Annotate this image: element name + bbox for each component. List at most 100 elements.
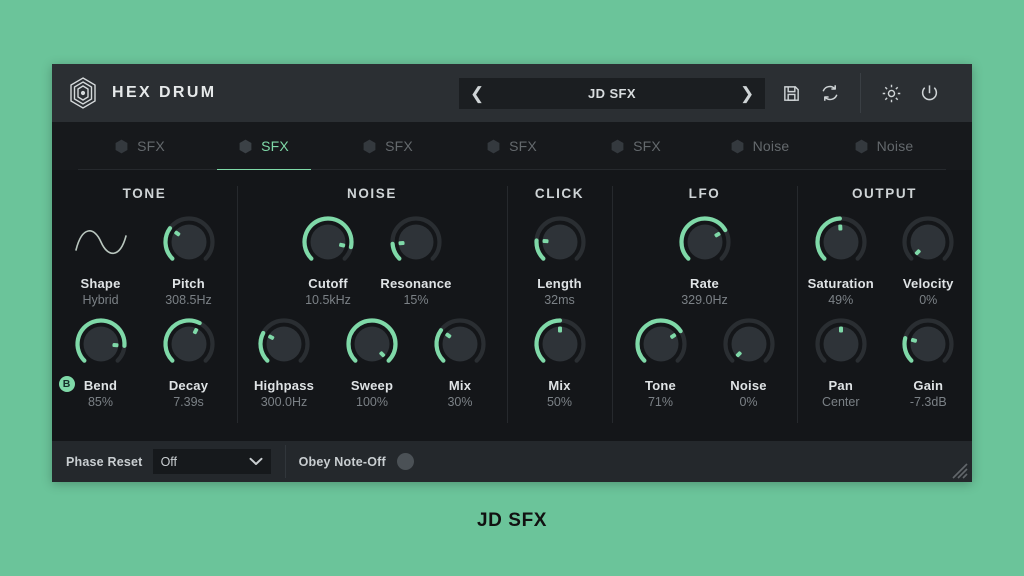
knob-row: Saturation 49% Velocity 0% [797, 213, 972, 307]
param-pitch: Pitch 308.5Hz [145, 213, 233, 307]
section-title: CLICK [534, 186, 585, 201]
section-title: TONE [122, 186, 167, 201]
knob-mix[interactable] [431, 315, 489, 373]
gear-icon[interactable] [878, 80, 904, 106]
param-sweep: Sweep 100% [328, 315, 416, 409]
tab-label: SFX [137, 138, 165, 154]
tab-3-sfx[interactable]: SFX [450, 122, 574, 170]
section-title: LFO [688, 186, 721, 201]
tab-label: Noise [876, 138, 914, 154]
screenshot-root: HEX DRUM ❮ JD SFX ❯ SFX SFX SFX SFX SFX … [0, 0, 1024, 576]
param-value: 0% [739, 395, 758, 409]
chevron-left-icon[interactable]: ❮ [470, 85, 484, 102]
obey-note-off-toggle[interactable] [396, 453, 414, 470]
param-label: Rate [690, 276, 719, 291]
param-pan: Pan Center [797, 315, 885, 409]
knob-row: Tone 71% Noise 0% [612, 315, 797, 409]
param-bend: B Bend 85% [57, 315, 145, 409]
hexagon-dot-icon [363, 139, 376, 154]
param-label: Gain [913, 378, 944, 393]
brand: HEX DRUM [52, 76, 217, 110]
tab-1-sfx[interactable]: SFX [202, 122, 326, 171]
param-label: Velocity [902, 276, 954, 291]
phase-reset-value: Off [160, 454, 178, 469]
param-highpass: Highpass 300.0Hz [240, 315, 328, 409]
knob-rate[interactable] [676, 213, 734, 271]
hexagon-dot-icon [115, 139, 128, 154]
knob-resonance[interactable] [387, 213, 445, 271]
hexagon-dot-icon [239, 139, 252, 154]
sine-wave-icon[interactable] [72, 213, 130, 271]
param-noise: Noise 0% [705, 315, 793, 409]
knob-sweep[interactable] [343, 315, 401, 373]
tab-2-sfx[interactable]: SFX [326, 122, 450, 170]
knob-velocity[interactable] [899, 213, 957, 271]
param-value: 30% [447, 395, 473, 409]
section-title: NOISE [346, 186, 397, 201]
knob-saturation[interactable] [812, 213, 870, 271]
header-divider [860, 73, 861, 113]
param-value: 308.5Hz [165, 293, 212, 307]
tab-6-noise[interactable]: Noise [822, 122, 946, 170]
param-value: 300.0Hz [260, 395, 308, 409]
knob-row: Pan Center Gain -7.3dB [797, 315, 972, 409]
knob-mix[interactable] [531, 315, 589, 373]
knob-noise[interactable] [720, 315, 778, 373]
param-cutoff: Cutoff 10.5kHz [284, 213, 372, 307]
param-value: 0% [919, 293, 938, 307]
system-icons [878, 80, 958, 106]
resize-grip-icon[interactable] [948, 459, 968, 479]
hexagon-nested-icon [68, 76, 98, 110]
knob-rows: Shape Hybrid Pitch 308.5Hz B Bend 85% Decay 7… [52, 213, 237, 409]
knob-gain[interactable] [899, 315, 957, 373]
tab-label: SFX [633, 138, 661, 154]
param-label: Shape [80, 276, 121, 291]
param-decay: Decay 7.39s [145, 315, 233, 409]
knob-tone[interactable] [632, 315, 690, 373]
tab-5-noise[interactable]: Noise [698, 122, 822, 170]
phase-reset-select[interactable]: Off [152, 449, 271, 474]
preset-browser[interactable]: ❮ JD SFX ❯ [459, 77, 765, 109]
param-label: Pan [828, 378, 853, 393]
knob-bend[interactable] [72, 315, 130, 373]
tab-bar: SFX SFX SFX SFX SFX Noise Noise [52, 122, 972, 171]
knob-highpass[interactable] [255, 315, 313, 373]
knob-length[interactable] [531, 213, 589, 271]
knob-cutoff[interactable] [299, 213, 357, 271]
knob-decay[interactable] [160, 315, 218, 373]
plugin-window: HEX DRUM ❮ JD SFX ❯ SFX SFX SFX SFX SFX … [52, 64, 972, 482]
power-icon[interactable] [916, 80, 942, 106]
param-label: Cutoff [308, 276, 348, 291]
footer-spacer [428, 441, 972, 482]
param-value: Center [821, 395, 860, 409]
preset-name: JD SFX [588, 85, 636, 101]
param-value: 10.5kHz [305, 293, 351, 307]
phase-reset-label: Phase Reset [66, 454, 143, 469]
knob-row: Shape Hybrid Pitch 308.5Hz [52, 213, 237, 307]
knob-row: Mix 50% [507, 315, 612, 409]
param-tone: Tone 71% [617, 315, 705, 409]
section-lfo: LFO Rate 329.0Hz Tone 71% Noise 0% [612, 180, 797, 441]
tab-label: SFX [509, 138, 537, 154]
param-label: Bend [83, 378, 118, 393]
bend-badge[interactable]: B [58, 376, 75, 392]
param-length: Length 32ms [516, 213, 604, 307]
image-caption: JD SFX [476, 510, 548, 531]
refresh-cycle-icon[interactable] [817, 80, 843, 106]
tab-0-sfx[interactable]: SFX [78, 122, 202, 170]
tab-4-sfx[interactable]: SFX [574, 122, 698, 170]
param-mix: Mix 50% [516, 315, 604, 409]
tab-label: Noise [752, 138, 790, 154]
param-value: 15% [403, 293, 429, 307]
section-tone: TONE Shape Hybrid Pitch 308.5Hz B Bend 85% De… [52, 180, 237, 441]
param-rate: Rate 329.0Hz [661, 213, 749, 307]
chevron-right-icon[interactable]: ❯ [740, 85, 754, 102]
param-value: -7.3dB [909, 395, 947, 409]
param-velocity: Velocity 0% [885, 213, 973, 307]
knob-pan[interactable] [812, 315, 870, 373]
knob-pitch[interactable] [160, 213, 218, 271]
knob-rows: Length 32ms Mix 50% [507, 213, 612, 409]
brand-title: HEX DRUM [112, 84, 217, 101]
param-resonance: Resonance 15% [372, 213, 460, 307]
floppy-save-icon[interactable] [778, 80, 804, 106]
